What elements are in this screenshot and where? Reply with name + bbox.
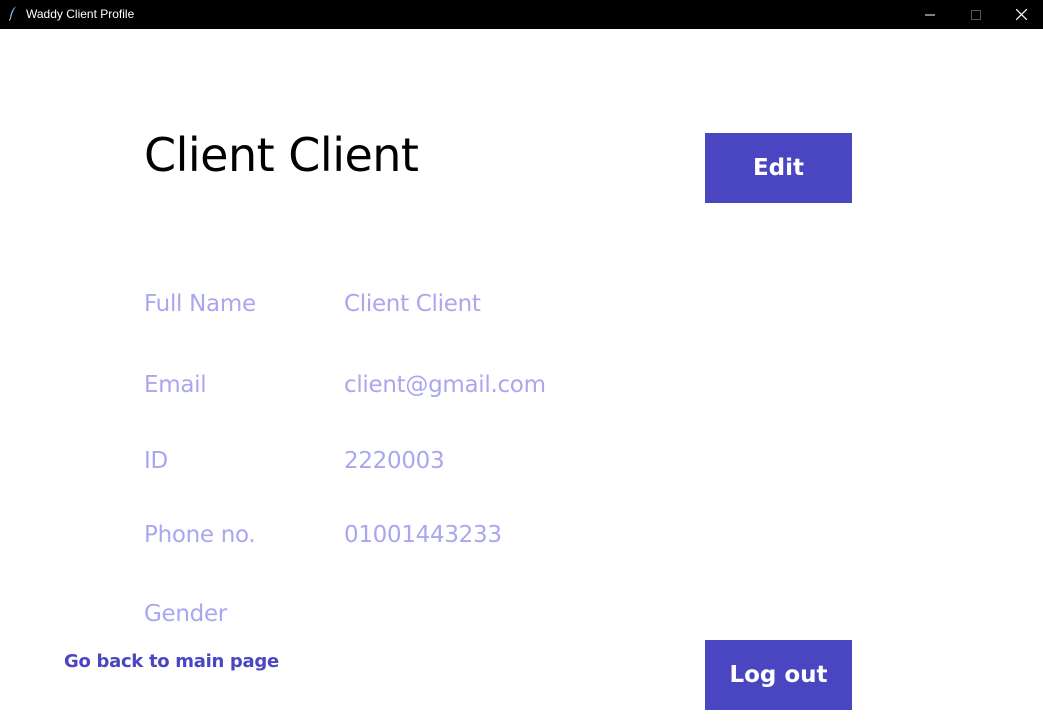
email-label: Email — [144, 372, 207, 398]
minimize-button[interactable] — [907, 0, 953, 29]
feather-icon — [9, 6, 16, 21]
profile-name-heading: Client Client — [144, 128, 419, 182]
minimize-icon — [925, 14, 935, 15]
close-icon — [1015, 9, 1027, 20]
gender-label: Gender — [144, 601, 227, 627]
phone-value: 01001443233 — [344, 522, 502, 548]
maximize-icon — [971, 9, 981, 20]
back-to-main-link[interactable]: Go back to main page — [64, 650, 279, 674]
maximize-button[interactable] — [953, 0, 999, 29]
email-value: client@gmail.com — [344, 372, 546, 398]
full-name-value: Client Client — [344, 291, 481, 317]
window-titlebar: Waddy Client Profile — [0, 0, 1043, 29]
edit-button[interactable]: Edit — [705, 133, 852, 203]
phone-label: Phone no. — [144, 522, 256, 548]
id-label: ID — [144, 448, 168, 474]
id-value: 2220003 — [344, 448, 445, 474]
close-button[interactable] — [998, 0, 1043, 29]
full-name-label: Full Name — [144, 291, 256, 317]
window-title: Waddy Client Profile — [26, 7, 135, 21]
logout-button[interactable]: Log out — [705, 640, 852, 710]
